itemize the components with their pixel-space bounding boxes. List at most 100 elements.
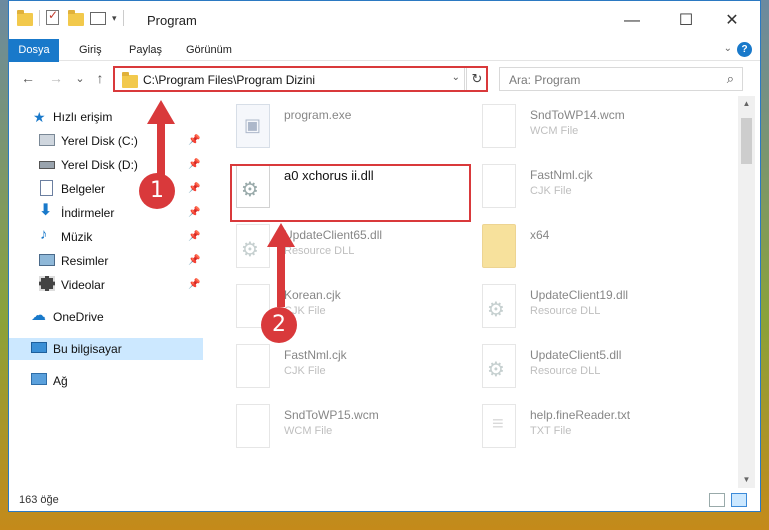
- file-icon: [482, 164, 516, 208]
- search-input[interactable]: Ara: Program: [509, 73, 580, 87]
- file-name: program.exe: [284, 108, 352, 122]
- customize-toolbar-dropdown[interactable]: ▾: [112, 13, 117, 24]
- file-item-highlighted[interactable]: a0 xchorus ii.dll: [228, 160, 468, 216]
- file-item[interactable]: SndToWP15.wcm WCM File: [228, 400, 468, 456]
- dll-gear-icon: [482, 284, 516, 328]
- folder-icon: [17, 10, 33, 26]
- close-button[interactable]: ✕: [709, 7, 755, 35]
- minimize-button[interactable]: —: [609, 7, 655, 35]
- address-path[interactable]: C:\Program Files\Program Dizini: [143, 73, 315, 87]
- file-item[interactable]: FastNml.cjk CJK File: [228, 340, 468, 396]
- properties-check-icon[interactable]: [46, 8, 62, 26]
- folder-icon: [482, 224, 516, 268]
- file-name: help.fineReader.txt: [530, 408, 631, 422]
- file-name: x64: [530, 228, 550, 242]
- scroll-up-arrow-icon[interactable]: ▲: [738, 96, 755, 112]
- item-count: 163 öğe: [19, 494, 59, 506]
- pin-icon[interactable]: 📌: [188, 255, 200, 266]
- computer-icon: [31, 342, 47, 353]
- file-name: a0 xchorus ii.dll: [284, 168, 374, 183]
- sidebar-item-onedrive[interactable]: ☁ OneDrive: [9, 306, 203, 328]
- file-name: FastNml.cjk: [530, 168, 593, 182]
- search-box[interactable]: Ara: Program ⌕: [499, 67, 743, 91]
- file-name: UpdateClient5.dll: [530, 348, 622, 362]
- search-icon[interactable]: ⌕: [727, 71, 734, 87]
- ribbon-tabs: Dosya Giriş Paylaş Görünüm ⌄ ?: [9, 39, 760, 95]
- scroll-down-arrow-icon[interactable]: ▼: [738, 472, 755, 488]
- file-item[interactable]: program.exe: [228, 100, 468, 156]
- back-arrow-icon[interactable]: ←: [19, 70, 37, 86]
- sidebar-item-label: OneDrive: [53, 310, 104, 324]
- large-icons-view-icon[interactable]: [731, 493, 747, 507]
- maximize-button[interactable]: ☐: [663, 7, 709, 35]
- toolbar-divider: [39, 10, 40, 26]
- dll-gear-icon: [482, 344, 516, 388]
- up-arrow-icon[interactable]: ↑: [91, 70, 109, 86]
- view-options-icon[interactable]: [90, 10, 106, 26]
- folder-item[interactable]: x64: [474, 220, 714, 276]
- download-icon: ⬇: [39, 202, 53, 219]
- sidebar-item-network[interactable]: Ağ: [9, 370, 203, 392]
- network-icon: [31, 373, 47, 385]
- sidebar-item-label: Resimler: [61, 254, 109, 268]
- file-type: WCM File: [530, 125, 579, 137]
- explorer-window: ▾ Program — ☐ ✕ Dosya Giriş Paylaş Görün…: [8, 0, 761, 512]
- file-item[interactable]: help.fineReader.txt TXT File: [474, 400, 714, 456]
- pin-icon[interactable]: 📌: [188, 207, 200, 218]
- expand-ribbon-icon[interactable]: ⌄: [724, 43, 732, 54]
- file-icon: [236, 404, 270, 448]
- drive-icon: [39, 134, 55, 146]
- file-name: SndToWP14.wcm: [530, 108, 625, 122]
- step-badge-2: 2: [261, 307, 297, 343]
- forward-arrow-icon[interactable]: →: [47, 70, 65, 86]
- sidebar-item-music[interactable]: ♪ Müzik 📌: [9, 226, 203, 248]
- sidebar-item-label: Belgeler: [61, 182, 106, 196]
- text-file-icon: [482, 404, 516, 448]
- new-folder-icon[interactable]: [68, 10, 84, 26]
- sidebar-item-this-pc[interactable]: Bu bilgisayar: [9, 338, 203, 360]
- window-title: Program: [147, 13, 197, 28]
- sidebar-item-label: Ağ: [53, 374, 68, 388]
- tab-home[interactable]: Giriş: [67, 39, 114, 61]
- cloud-icon: ☁: [31, 307, 46, 324]
- title-bar: ▾ Program — ☐ ✕: [9, 1, 760, 39]
- help-icon[interactable]: ?: [737, 42, 752, 57]
- sidebar-item-label: Yerel Disk (D:): [61, 158, 138, 172]
- file-name: FastNml.cjk: [284, 348, 347, 362]
- file-name: SndToWP15.wcm: [284, 408, 379, 422]
- vertical-scrollbar[interactable]: ▲ ▼: [738, 96, 755, 488]
- file-item[interactable]: FastNml.cjk CJK File: [474, 160, 714, 216]
- details-view-icon[interactable]: [709, 493, 725, 507]
- tab-view[interactable]: Görünüm: [174, 39, 244, 61]
- recent-locations-icon[interactable]: ⌄: [71, 72, 89, 85]
- sidebar-item-label: Hızlı erişim: [53, 110, 113, 124]
- file-type: Resource DLL: [530, 365, 601, 377]
- pin-icon[interactable]: 📌: [188, 279, 200, 290]
- file-type: WCM File: [284, 425, 333, 437]
- file-item[interactable]: UpdateClient5.dll Resource DLL: [474, 340, 714, 396]
- file-item[interactable]: SndToWP14.wcm WCM File: [474, 100, 714, 156]
- dll-gear-icon: [236, 164, 270, 208]
- address-bar[interactable]: C:\Program Files\Program Dizini ⌄: [114, 67, 465, 91]
- video-icon: [39, 276, 55, 291]
- refresh-button[interactable]: ↻: [466, 67, 488, 91]
- music-icon: ♪: [40, 226, 48, 243]
- tab-share[interactable]: Paylaş: [117, 39, 174, 61]
- sidebar-item-label: Müzik: [61, 230, 93, 244]
- sidebar-item-pictures[interactable]: Resimler 📌: [9, 250, 203, 272]
- step-badge-1: 1: [139, 173, 175, 209]
- quick-access-toolbar: ▾: [17, 8, 124, 26]
- status-bar: 163 öğe: [9, 488, 760, 511]
- sidebar-item-videos[interactable]: Videolar 📌: [9, 274, 203, 296]
- address-dropdown-icon[interactable]: ⌄: [452, 72, 460, 83]
- scroll-thumb[interactable]: [741, 118, 752, 164]
- pin-icon[interactable]: 📌: [188, 231, 200, 242]
- file-type: TXT File: [530, 425, 572, 437]
- sidebar-item-label: İndirmeler: [61, 206, 115, 220]
- sidebar-item-label: Bu bilgisayar: [53, 342, 122, 356]
- sidebar-item-label: Videolar: [61, 278, 105, 292]
- file-type: CJK File: [284, 365, 326, 377]
- file-item[interactable]: UpdateClient19.dll Resource DLL: [474, 280, 714, 336]
- sidebar-item-label: Yerel Disk (C:): [61, 134, 138, 148]
- file-name: UpdateClient19.dll: [530, 288, 629, 302]
